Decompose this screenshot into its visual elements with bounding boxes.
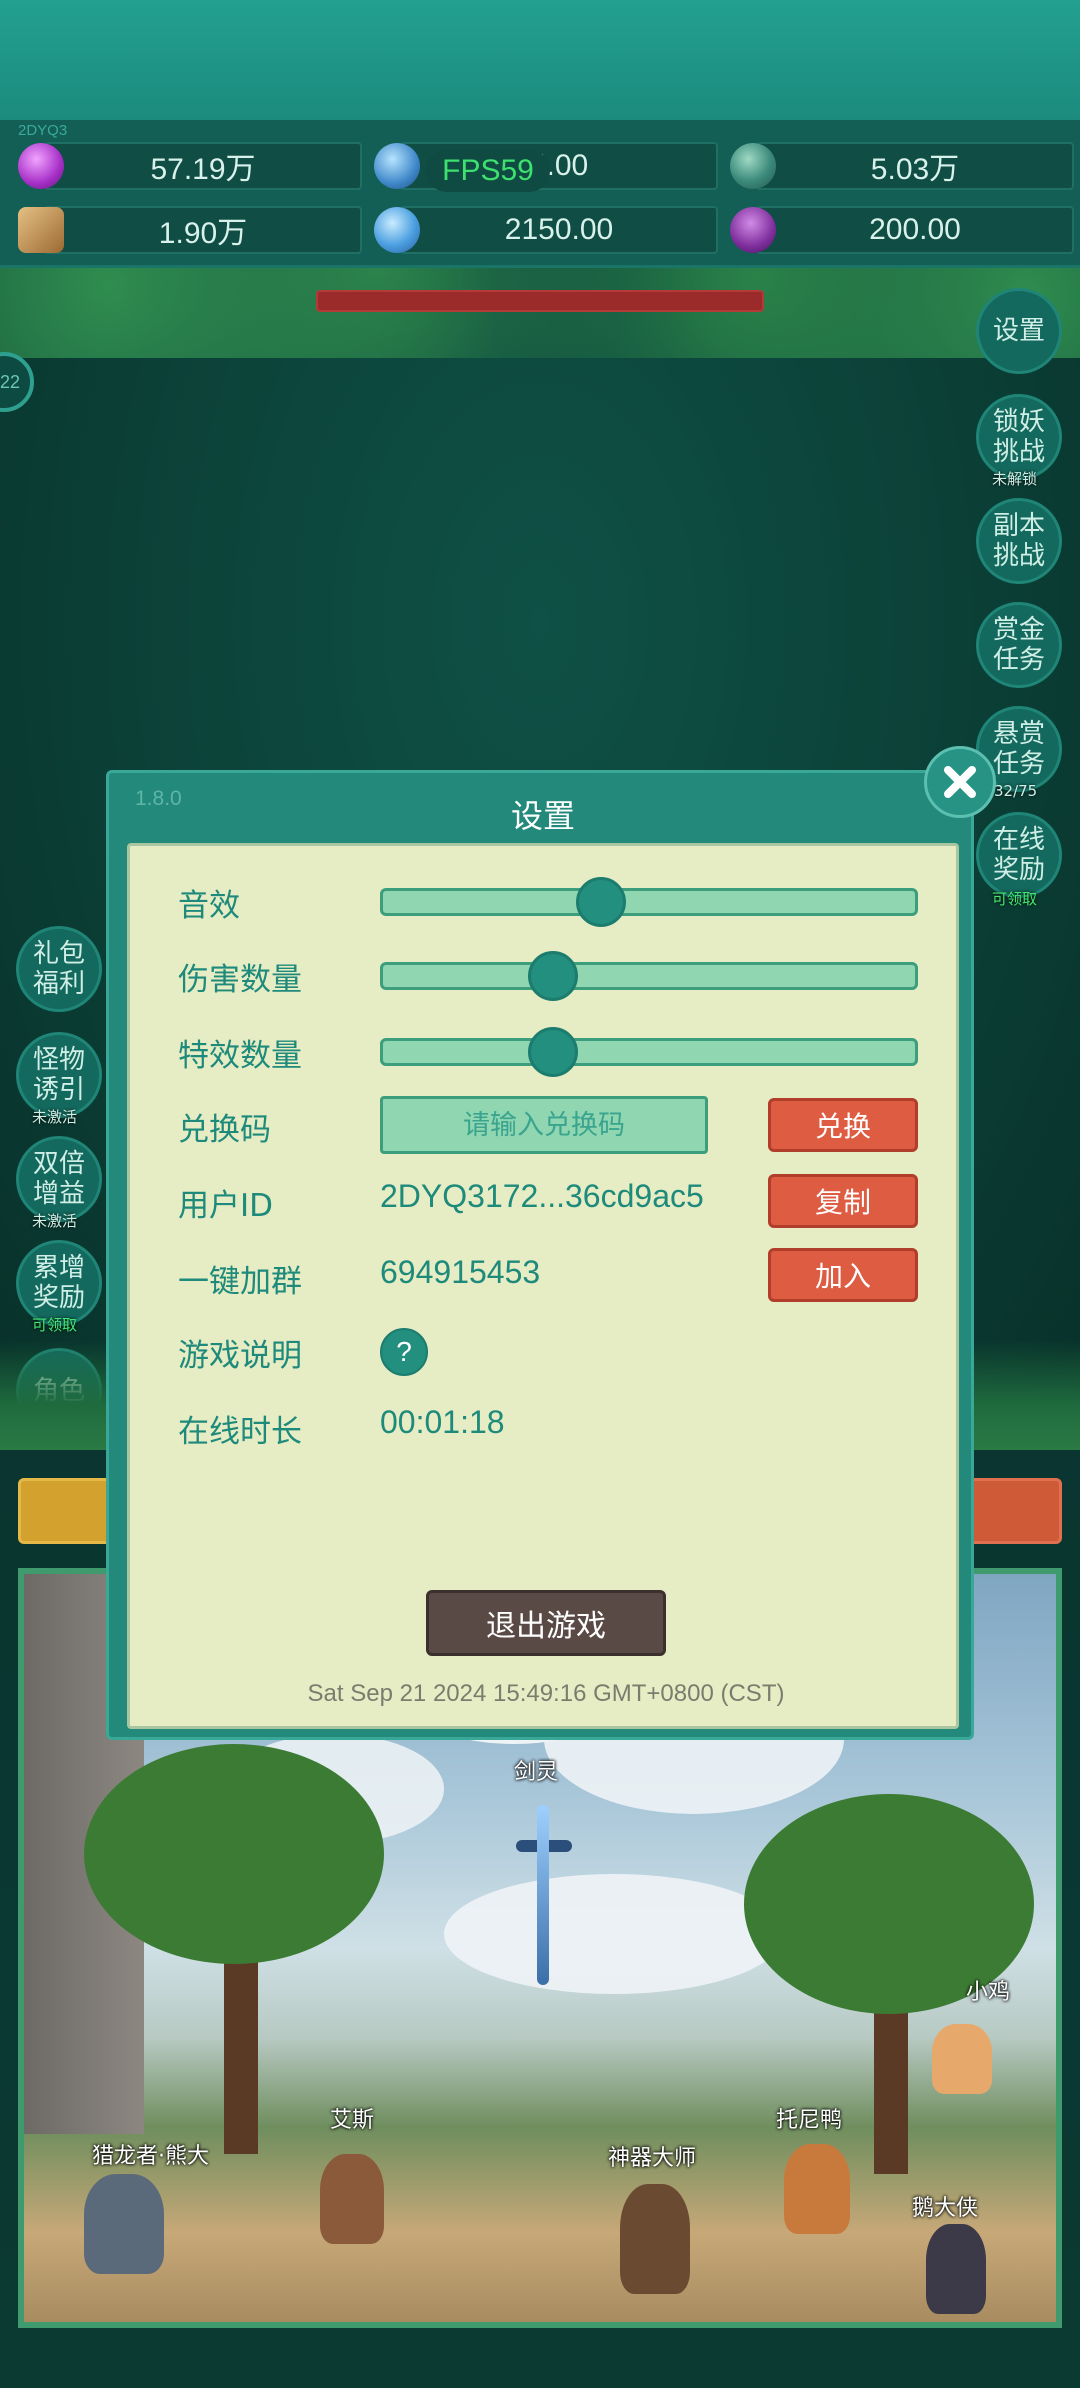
join-group-label: 一键加群 <box>178 1264 302 1300</box>
resource-value: 57.19万 <box>150 153 256 186</box>
resource-value: 200.00 <box>869 213 961 246</box>
online-time-label: 在线时长 <box>178 1414 302 1450</box>
orange-action-bar[interactable] <box>960 1478 1062 1544</box>
sound-slider[interactable] <box>380 877 918 927</box>
menu-status: 32/75 <box>994 782 1038 800</box>
resource-cell: 5.03万 <box>756 142 1074 190</box>
resource-value: 5.03万 <box>870 153 960 186</box>
close-button[interactable] <box>924 746 996 818</box>
redeem-code-label: 兑换码 <box>178 1112 271 1148</box>
menu-status: 可领取 <box>32 1316 78 1334</box>
sound-label: 音效 <box>178 888 240 924</box>
group-number: 694915453 <box>380 1254 541 1290</box>
resource-cell: 57.19万 <box>44 142 362 190</box>
effects-count-slider[interactable] <box>380 1027 918 1077</box>
resource-value: 1.90万 <box>158 217 248 250</box>
character-name: 剑灵 <box>514 1760 559 1785</box>
menu-label: 怪物诱引 <box>32 1045 85 1105</box>
hero-sprite[interactable] <box>926 2224 986 2314</box>
resource-cell: 200.00 <box>756 206 1074 254</box>
game-screen: { "debug": {"id_tag": "2DYQ3", "fps": "F… <box>0 0 1080 2388</box>
top-banner <box>0 0 1080 120</box>
character-name: 鹅大侠 <box>912 2196 979 2221</box>
blue-orb-icon <box>374 143 420 189</box>
level-badge-text: 22 <box>0 371 20 392</box>
scroll-icon <box>18 207 64 253</box>
help-icon[interactable]: ? <box>380 1328 428 1376</box>
menu-label: 在线奖励 <box>992 825 1045 885</box>
sword-spirit-icon[interactable] <box>537 1805 549 1985</box>
blue-crystal-icon <box>374 207 420 253</box>
hero-sprite[interactable] <box>620 2184 690 2294</box>
gift-pack-button[interactable]: 礼包福利 <box>16 926 102 1012</box>
earth-orb-icon <box>730 143 776 189</box>
menu-label: 累增奖励 <box>32 1253 85 1313</box>
resource-value: 2150.00 <box>504 213 614 246</box>
character-name: 小鸡 <box>966 1980 1011 2005</box>
purple-gem-icon <box>18 143 64 189</box>
copy-button[interactable]: 复制 <box>768 1174 918 1228</box>
menu-status: 未解锁 <box>992 470 1038 488</box>
boss-health-bar <box>316 290 764 312</box>
hero-sprite[interactable] <box>784 2144 850 2234</box>
hero-sprite[interactable] <box>84 2174 164 2274</box>
damage-count-slider[interactable] <box>380 951 918 1001</box>
game-help-label: 游戏说明 <box>178 1338 302 1374</box>
menu-label: 副本挑战 <box>992 511 1045 571</box>
player-tag: 2DYQ3 <box>18 122 68 139</box>
redeem-button[interactable]: 兑换 <box>768 1098 918 1152</box>
settings-panel: 音效 伤害数量 特效数量 兑换码 兑换 用户ID 2DYQ3172...36cd… <box>127 843 959 1729</box>
settings-button[interactable]: 设置 <box>976 288 1062 374</box>
purple-pouch-icon <box>730 207 776 253</box>
menu-label: 礼包福利 <box>32 939 85 999</box>
character-name: 托尼鸭 <box>776 2108 843 2133</box>
settings-dialog: 1.8.0 设置 音效 伤害数量 特效数量 兑换码 兑换 用户ID 2DYQ31… <box>106 770 974 1740</box>
tree-canopy <box>84 1744 384 1964</box>
slider-knob[interactable] <box>528 1027 578 1077</box>
hero-sprite[interactable] <box>932 2024 992 2094</box>
menu-status: 可领取 <box>992 890 1038 908</box>
bottom-border <box>0 2330 1080 2388</box>
dialog-title: 设置 <box>510 797 575 835</box>
character-name: 猎龙者·熊大 <box>92 2144 209 2169</box>
slider-knob[interactable] <box>576 877 626 927</box>
menu-status: 未激活 <box>32 1108 78 1126</box>
resource-cell: 1.90万 <box>44 206 362 254</box>
online-time-value: 00:01:18 <box>380 1404 505 1440</box>
menu-label: 双倍增益 <box>32 1149 85 1209</box>
join-button[interactable]: 加入 <box>768 1248 918 1302</box>
damage-count-label: 伤害数量 <box>178 962 302 998</box>
resource-cell: 2150.00 <box>400 206 718 254</box>
dungeon-challenge-button[interactable]: 副本挑战 <box>976 498 1062 584</box>
menu-label: 锁妖挑战 <box>992 407 1045 467</box>
menu-label: 设置 <box>992 316 1045 346</box>
bounty-task-button[interactable]: 赏金任务 <box>976 602 1062 688</box>
online-reward-button[interactable]: 在线奖励 <box>976 812 1062 898</box>
close-icon <box>944 766 976 798</box>
effects-count-label: 特效数量 <box>178 1038 302 1074</box>
character-name: 神器大师 <box>608 2146 697 2171</box>
slider-knob[interactable] <box>528 951 578 1001</box>
user-id-value: 2DYQ3172...36cd9ac5 <box>380 1178 704 1214</box>
cloud <box>444 1874 784 1994</box>
menu-label: 赏金任务 <box>992 615 1045 675</box>
canopy-decoration <box>0 268 1080 358</box>
menu-label: 悬赏任务 <box>992 719 1045 779</box>
fps-counter: FPS59 <box>426 150 550 192</box>
quit-game-button[interactable]: 退出游戏 <box>426 1590 666 1656</box>
character-name: 艾斯 <box>330 2108 375 2133</box>
user-id-label: 用户ID <box>178 1188 274 1224</box>
server-datetime: Sat Sep 21 2024 15:49:16 GMT+0800 (CST) <box>307 1680 785 1707</box>
redeem-code-input[interactable] <box>380 1096 708 1154</box>
menu-status: 未激活 <box>32 1212 78 1230</box>
hero-sprite[interactable] <box>320 2154 384 2244</box>
